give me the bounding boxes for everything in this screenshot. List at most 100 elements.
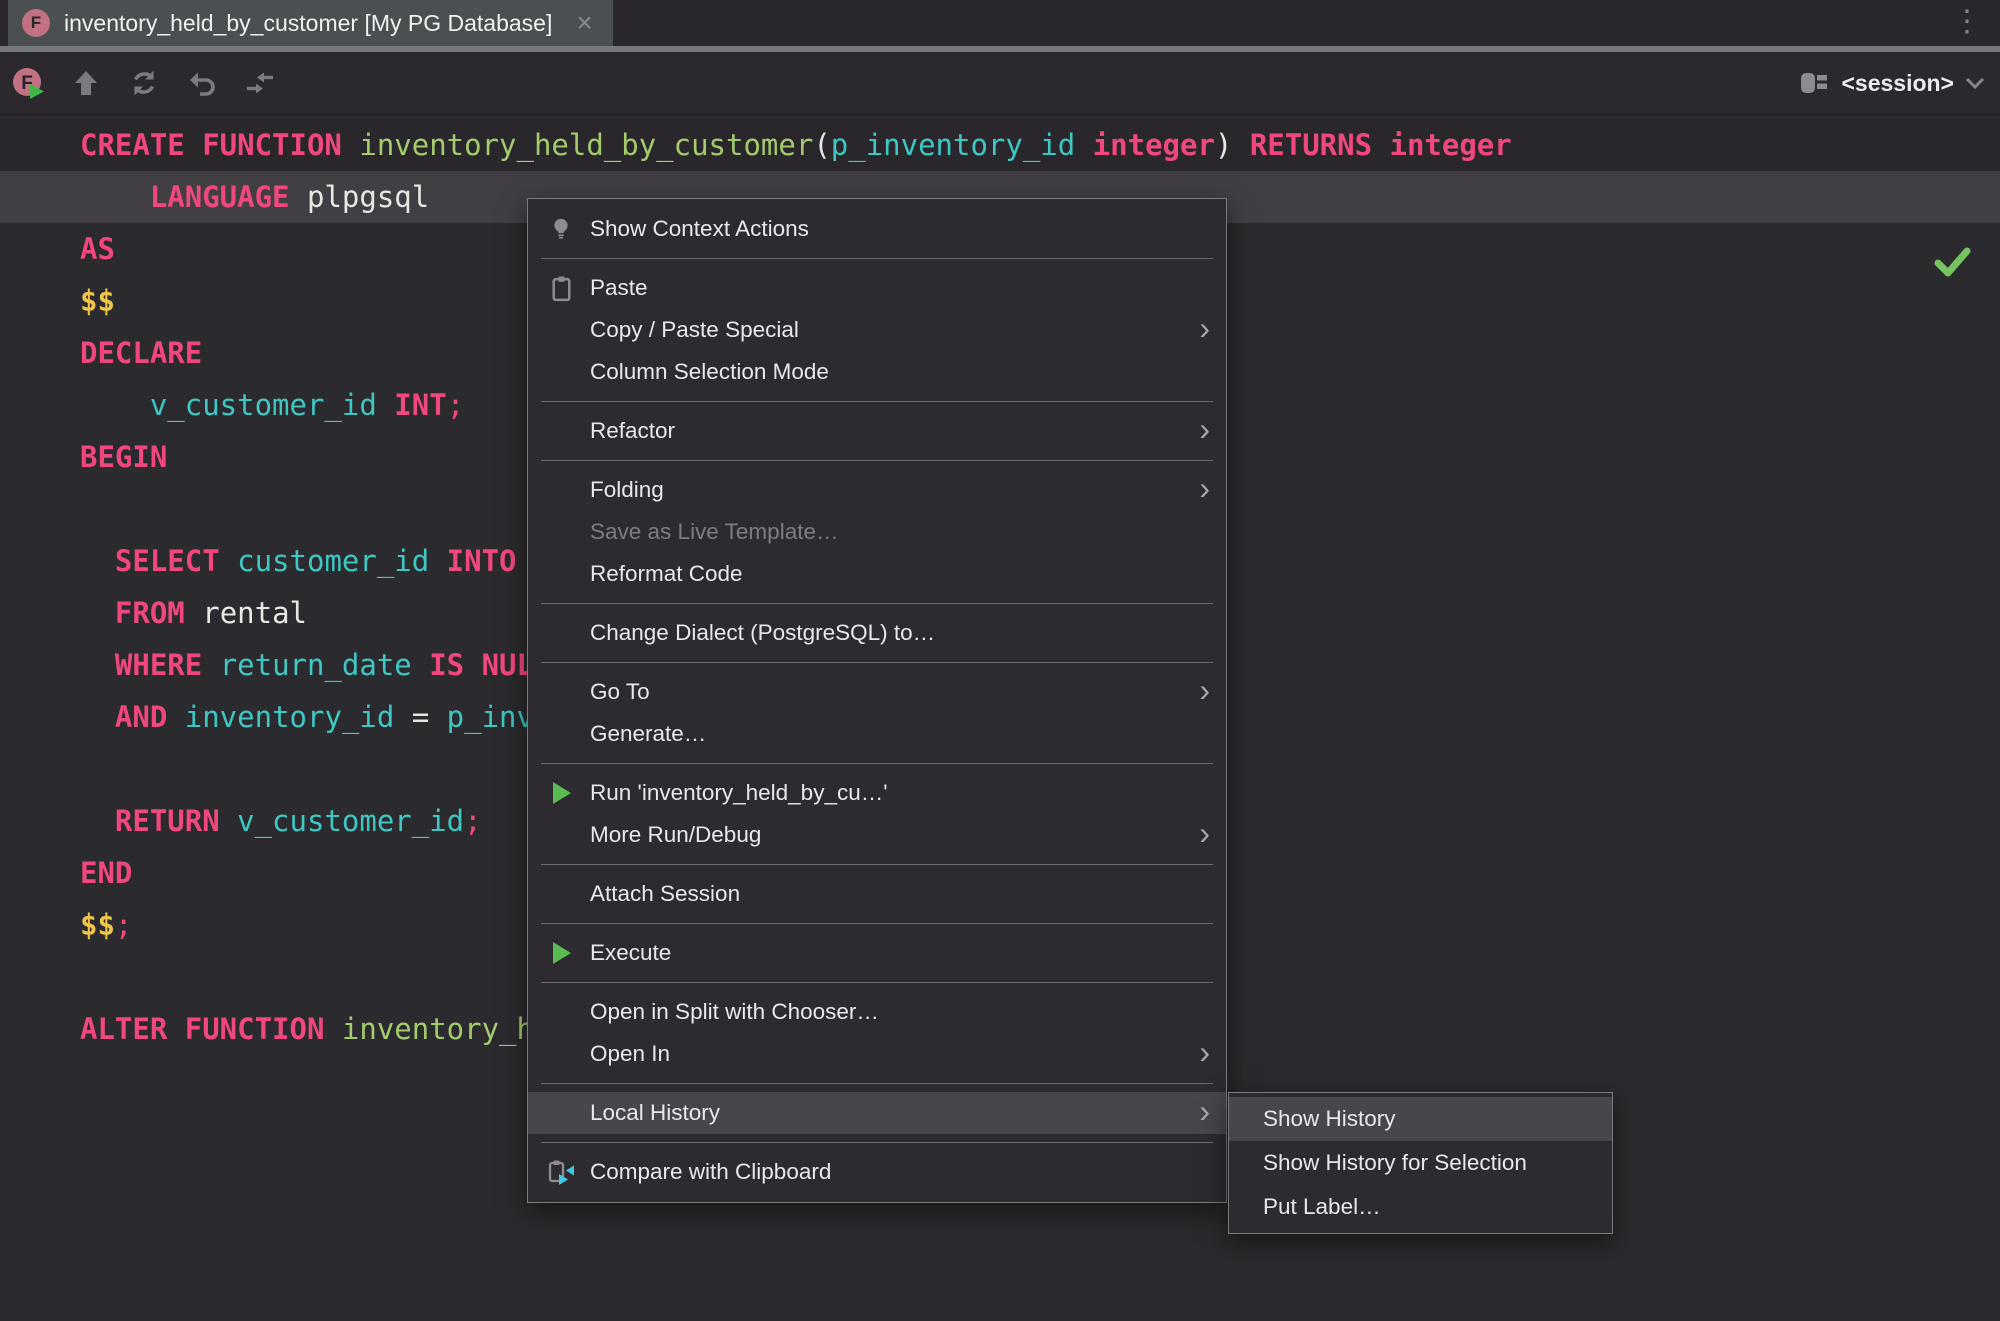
undo-icon (186, 67, 218, 99)
code-token: BEGIN (80, 440, 167, 474)
code-token: LANGUAGE (150, 180, 307, 214)
menu-item-compare-with-clipboard[interactable]: Compare with Clipboard (528, 1151, 1226, 1193)
menu-item-open-in[interactable]: Open In › (528, 1033, 1226, 1075)
code-token: return_date (220, 648, 412, 682)
code-token: = (394, 700, 446, 734)
menu-separator (541, 864, 1213, 865)
menu-item-label: Save as Live Template… (590, 519, 838, 545)
code-token: DECLARE (80, 336, 202, 370)
menu-item-attach-session[interactable]: Attach Session (528, 873, 1226, 915)
code-token (80, 804, 115, 838)
code-token: FROM (115, 596, 202, 630)
submenu-arrow-icon: › (1199, 411, 1210, 448)
menu-item-label: More Run/Debug (590, 822, 761, 848)
attach-console-button[interactable] (242, 65, 278, 101)
menu-separator (541, 982, 1213, 983)
code-token: ) (1215, 128, 1250, 162)
code-token: v_customer_id (150, 388, 377, 422)
code-token: integer (1093, 128, 1215, 162)
code-token (1075, 128, 1092, 162)
close-icon[interactable]: × (576, 9, 592, 37)
menu-separator (541, 258, 1213, 259)
menu-separator (541, 460, 1213, 461)
menu-item-open-in-split-with-chooser[interactable]: Open in Split with Chooser… (528, 991, 1226, 1033)
submenu-item-show-history[interactable]: Show History (1229, 1097, 1612, 1141)
code-token: inventory_held_by_customer (359, 128, 813, 162)
session-selector[interactable]: <session> (1799, 52, 1986, 114)
menu-item-run-inventory-held-by-cu[interactable]: Run 'inventory_held_by_cu…' (528, 772, 1226, 814)
code-token: INT (394, 388, 446, 422)
session-label: <session> (1841, 70, 1954, 97)
statement-success-checkmark-icon (1934, 245, 1972, 284)
menu-item-generate[interactable]: Generate… (528, 713, 1226, 755)
menu-item-label: Show History for Selection (1263, 1150, 1527, 1176)
kebab-menu-icon[interactable]: ⋮ (1952, 4, 1982, 39)
submenu-arrow-icon: › (1199, 470, 1210, 507)
code-token: RETURN (115, 804, 237, 838)
menu-item-save-as-live-template[interactable]: Save as Live Template… (528, 511, 1226, 553)
code-token: customer_id (237, 544, 429, 578)
menu-item-copy-paste-special[interactable]: Copy / Paste Special› (528, 309, 1226, 351)
play-icon (543, 772, 579, 814)
menu-item-paste[interactable]: Paste (528, 267, 1226, 309)
menu-item-label: Paste (590, 275, 648, 301)
code-line[interactable]: CREATE FUNCTION inventory_held_by_custom… (0, 119, 2000, 171)
code-token: plpgsql (307, 180, 429, 214)
menu-item-column-selection-mode[interactable]: Column Selection Mode (528, 351, 1226, 393)
code-token (80, 700, 115, 734)
menu-item-go-to[interactable]: Go To› (528, 671, 1226, 713)
upload-button[interactable] (68, 65, 104, 101)
run-function-button[interactable]: F (10, 65, 46, 101)
refresh-icon (128, 67, 160, 99)
refresh-button[interactable] (126, 65, 162, 101)
session-icon (1799, 70, 1831, 96)
menu-item-label: Refactor (590, 418, 675, 444)
code-token (80, 180, 150, 214)
menu-item-label: Open In (590, 1041, 670, 1067)
chevron-down-icon (1964, 75, 1986, 91)
menu-item-more-run-debug[interactable]: More Run/Debug› (528, 814, 1226, 856)
code-token: END (80, 856, 132, 890)
clipboard-icon (543, 267, 579, 309)
tab-inventory-held-by-customer[interactable]: F inventory_held_by_customer [My PG Data… (8, 0, 613, 46)
menu-item-refactor[interactable]: Refactor › (528, 410, 1226, 452)
code-token: inventory_id (185, 700, 395, 734)
menu-item-reformat-code[interactable]: Reformat Code (528, 553, 1226, 595)
menu-item-label: Attach Session (590, 881, 740, 907)
code-token (80, 388, 150, 422)
submenu-arrow-icon: › (1199, 310, 1210, 347)
app-window: F inventory_held_by_customer [My PG Data… (0, 0, 2000, 1321)
menu-item-label: Reformat Code (590, 561, 743, 587)
menu-item-folding[interactable]: Folding› (528, 469, 1226, 511)
submenu-item-put-label[interactable]: Put Label… (1229, 1185, 1612, 1229)
code-token: SELECT (115, 544, 237, 578)
submenu-arrow-icon: › (1199, 672, 1210, 709)
code-token: INTO (429, 544, 534, 578)
code-token (377, 388, 394, 422)
menu-separator (541, 923, 1213, 924)
menu-item-change-dialect-postgresql-to[interactable]: Change Dialect (PostgreSQL) to… (528, 612, 1226, 654)
code-token: RETURNS integer (1250, 128, 1512, 162)
play-icon (543, 932, 579, 974)
submenu-arrow-icon: › (1199, 1034, 1210, 1071)
code-token: ; (115, 908, 132, 942)
run-function-icon: F (10, 65, 46, 101)
code-token: ; (447, 388, 464, 422)
menu-item-execute[interactable]: Execute (528, 932, 1226, 974)
function-file-icon: F (22, 9, 50, 37)
code-token: ( (813, 128, 830, 162)
undo-button[interactable] (184, 65, 220, 101)
menu-item-label: Open in Split with Chooser… (590, 999, 879, 1025)
code-token: ; (464, 804, 481, 838)
code-token (80, 596, 115, 630)
menu-item-label: Change Dialect (PostgreSQL) to… (590, 620, 935, 646)
local-history-submenu: Show History Show History for Selection Pu… (1228, 1092, 1613, 1234)
code-token (80, 648, 115, 682)
code-token: AS (80, 232, 115, 266)
lightbulb-icon (543, 208, 579, 250)
menu-item-local-history[interactable]: Local History› (528, 1092, 1226, 1134)
submenu-item-show-history-for-selection[interactable]: Show History for Selection (1229, 1141, 1612, 1185)
menu-item-show-context-actions[interactable]: Show Context Actions (528, 208, 1226, 250)
menu-item-label: Generate… (590, 721, 706, 747)
code-token: v_customer_id (237, 804, 464, 838)
